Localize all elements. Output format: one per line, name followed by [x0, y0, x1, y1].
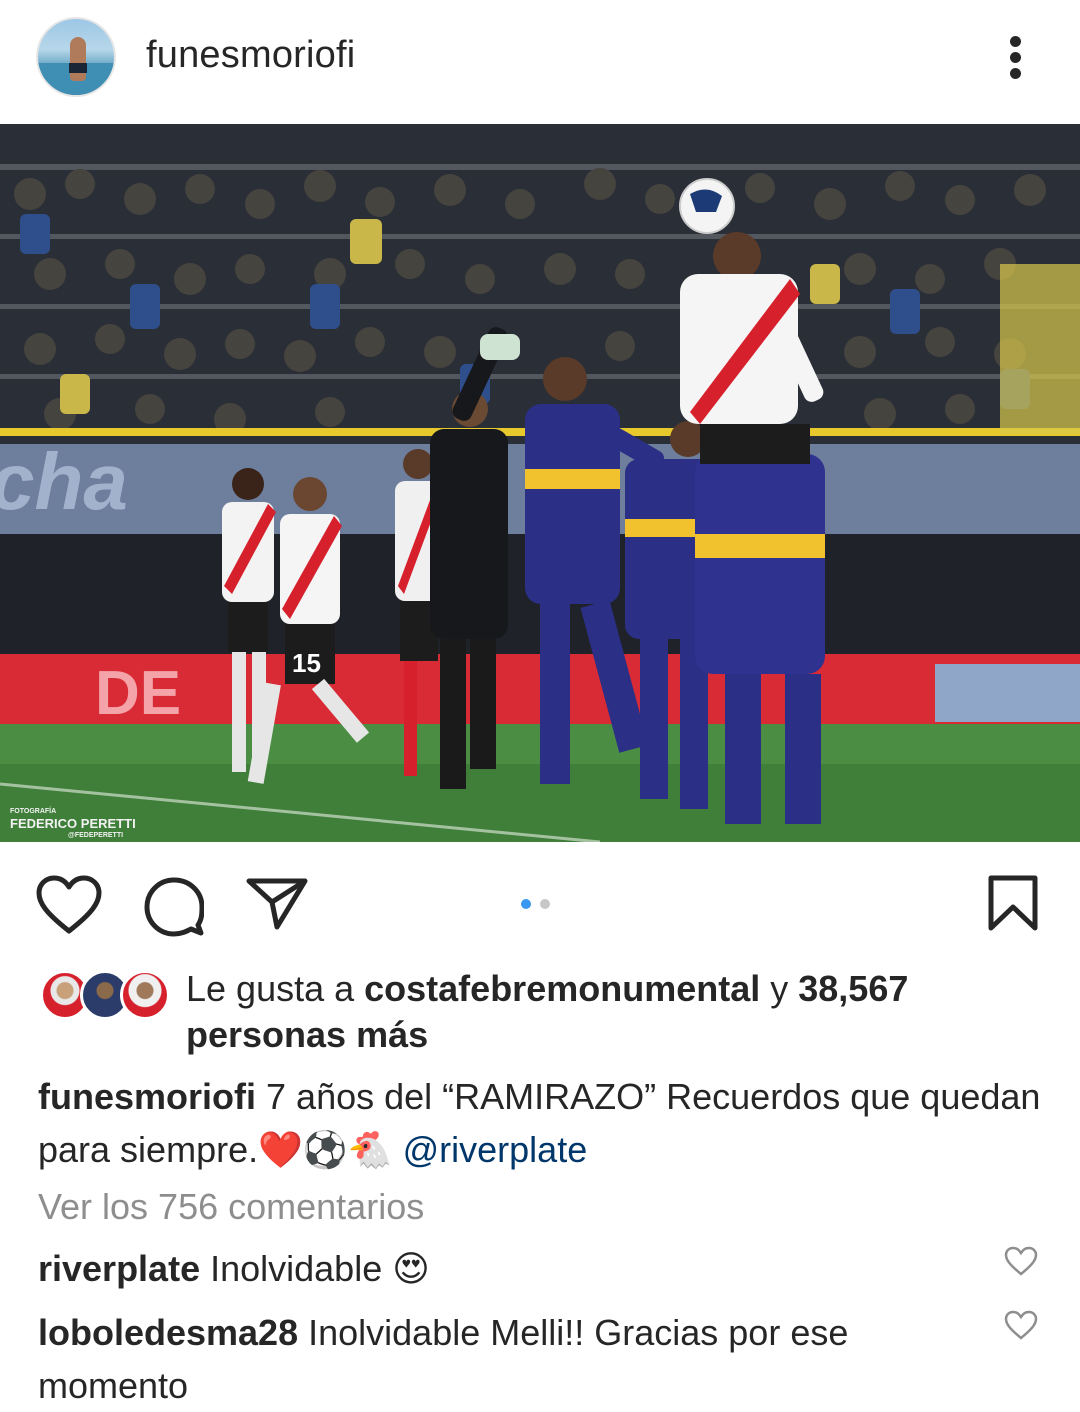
- profile-avatar[interactable]: [36, 17, 116, 97]
- likes-count[interactable]: 38,567: [798, 968, 908, 1009]
- avatar-shorts: [69, 63, 87, 73]
- caption-mention-link[interactable]: @riverplate: [403, 1129, 588, 1170]
- liker-avatars: [40, 970, 180, 1020]
- likes-text: Le gusta a costafebremonumental y 38,567…: [186, 966, 1046, 1058]
- likes-middle: y: [760, 968, 799, 1009]
- more-vertical-icon: [1010, 36, 1021, 47]
- heart-icon[interactable]: [36, 875, 102, 935]
- comment-like-heart-icon[interactable]: [1004, 1310, 1038, 1340]
- football-match-illustration: cha DE 15: [0, 124, 1080, 842]
- carousel-dot: [521, 899, 531, 909]
- svg-text:DE: DE: [95, 659, 181, 728]
- post-header: funesmoriofi: [0, 0, 1080, 124]
- likes-suffix[interactable]: personas más: [186, 1014, 428, 1055]
- comment-item: riverplate Inolvidable 😍: [38, 1242, 978, 1296]
- liker-avatar-3: [120, 970, 170, 1020]
- watermark-line2: FEDERICO PERETTI: [10, 816, 136, 831]
- comment-username[interactable]: loboledesma28: [38, 1312, 298, 1353]
- share-icon[interactable]: [246, 878, 308, 930]
- carousel-indicator: [521, 896, 559, 914]
- comment-emoji: 😍: [392, 1249, 430, 1290]
- more-options-button[interactable]: [996, 30, 1038, 86]
- photo-watermark: FOTOGRAFÍA FEDERICO PERETTI @FEDEPERETTI: [10, 806, 136, 842]
- post-caption: funesmoriofi 7 años del “RAMIRAZO” Recue…: [38, 1070, 1048, 1177]
- comment-text: Inolvidable: [200, 1248, 393, 1289]
- bookmark-icon[interactable]: [988, 875, 1038, 931]
- post-username[interactable]: funesmoriofi: [146, 34, 355, 77]
- likes-prefix: Le gusta a: [186, 968, 365, 1009]
- comment-like-heart-icon[interactable]: [1004, 1246, 1038, 1276]
- caption-username[interactable]: funesmoriofi: [38, 1076, 256, 1117]
- more-dot: [1010, 68, 1021, 79]
- post-photo[interactable]: cha DE 15: [0, 124, 1080, 842]
- svg-text:15: 15: [292, 648, 321, 678]
- comment-icon[interactable]: [144, 877, 204, 937]
- view-all-comments-link[interactable]: Ver los 756 comentarios: [38, 1186, 424, 1228]
- carousel-dot: [540, 899, 550, 909]
- comment-username[interactable]: riverplate: [38, 1248, 200, 1289]
- caption-emojis: ❤️⚽🐔: [258, 1130, 393, 1171]
- svg-text:cha: cha: [0, 437, 128, 526]
- watermark-line3: @FEDEPERETTI: [68, 832, 124, 839]
- avatar-person: [70, 37, 86, 81]
- liker-username[interactable]: costafebremonumental: [364, 968, 760, 1009]
- comment-item: loboledesma28 Inolvidable Melli!! Gracia…: [38, 1306, 978, 1412]
- more-dot: [1010, 52, 1021, 63]
